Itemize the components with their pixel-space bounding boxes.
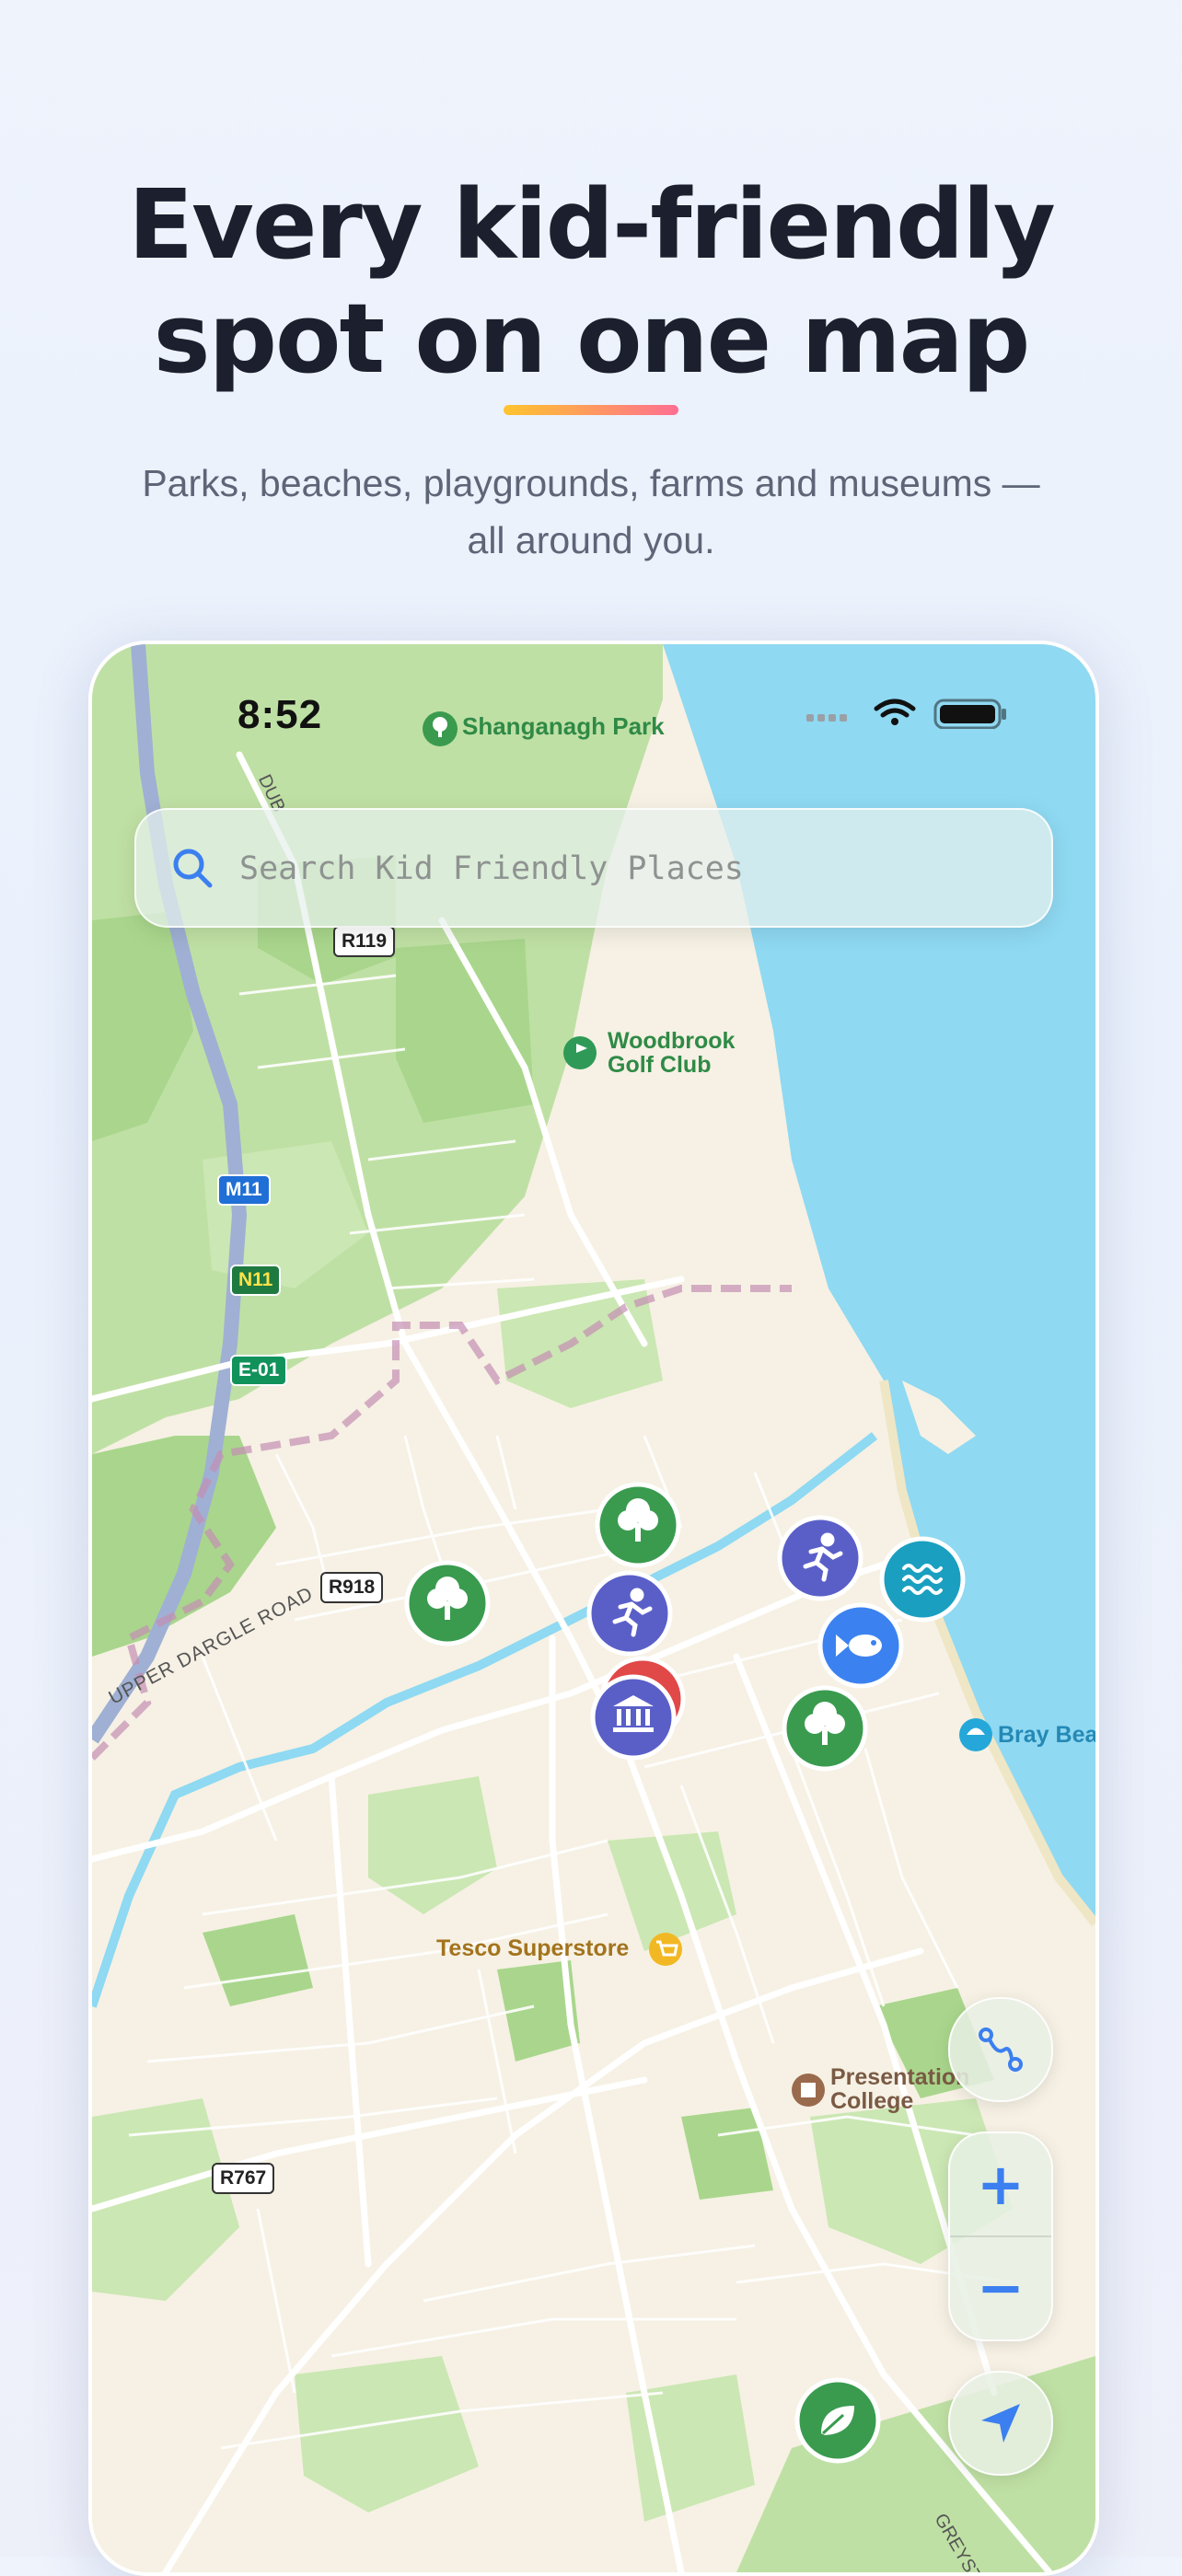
- subtitle: Parks, beaches, playgrounds, farms and m…: [92, 455, 1090, 569]
- map-label-woodbrook-line2: Golf Club: [608, 1053, 735, 1077]
- road-shield-m11: M11: [217, 1174, 271, 1206]
- headline-underline: [504, 405, 678, 415]
- headline-line-2: spot on one map: [0, 282, 1182, 396]
- wifi-icon: [876, 701, 913, 725]
- plus-icon: +: [977, 2156, 1025, 2213]
- map-label-presentation-line2: College: [830, 2089, 969, 2113]
- zoom-controls: + −: [948, 2131, 1053, 2341]
- subtitle-line-1: Parks, beaches, playgrounds, farms and m…: [92, 455, 1090, 512]
- status-bar: 8:52: [92, 644, 1095, 727]
- route-icon: [977, 2026, 1025, 2074]
- route-button[interactable]: [948, 1997, 1053, 2102]
- map-label-presentation: Presentation College: [830, 2065, 969, 2113]
- signal-icon: [806, 714, 847, 722]
- map-label-woodbrook: Woodbrook Golf Club: [608, 1029, 735, 1077]
- status-icons: [806, 698, 1009, 729]
- map-label-woodbrook-line1: Woodbrook: [608, 1029, 735, 1053]
- map-pin-beach[interactable]: [882, 1539, 963, 1620]
- zoom-out-button[interactable]: −: [950, 2236, 1051, 2339]
- road-shield-r119: R119: [333, 926, 395, 957]
- map-pin-playground[interactable]: [780, 1518, 861, 1599]
- battery-icon: [935, 700, 1006, 728]
- road-shield-r918: R918: [320, 1572, 383, 1603]
- minus-icon: −: [977, 2259, 1025, 2316]
- map-label-bray: Bray Bea: [998, 1723, 1097, 1747]
- search-bar[interactable]: [134, 808, 1053, 928]
- location-arrow-icon: [976, 2398, 1026, 2448]
- map-label-tesco: Tesco Superstore: [436, 1936, 629, 1960]
- search-icon: [171, 847, 214, 889]
- subtitle-line-2: all around you.: [92, 512, 1090, 569]
- map-label-presentation-line1: Presentation: [830, 2065, 969, 2089]
- road-shield-r767: R767: [212, 2163, 274, 2194]
- map-pin-nature[interactable]: [797, 2380, 878, 2461]
- road-shield-e01: E-01: [230, 1355, 287, 1386]
- phone-frame: Shanganagh Park Woodbrook Golf Club Tesc…: [88, 641, 1099, 2576]
- status-time: 8:52: [238, 692, 322, 738]
- map-pin-park[interactable]: [597, 1484, 678, 1565]
- headline-line-1: Every kid-friendly: [0, 167, 1182, 282]
- headline: Every kid-friendly spot on one map: [0, 167, 1182, 396]
- search-input[interactable]: [238, 837, 1024, 900]
- map-pin-park[interactable]: [784, 1688, 865, 1769]
- locate-button[interactable]: [948, 2371, 1053, 2476]
- zoom-in-button[interactable]: +: [950, 2133, 1051, 2236]
- map-pin-playground[interactable]: [589, 1573, 670, 1654]
- map-pin-park[interactable]: [407, 1563, 488, 1644]
- road-shield-n11: N11: [230, 1265, 281, 1296]
- map-pin-aquarium[interactable]: [820, 1605, 901, 1686]
